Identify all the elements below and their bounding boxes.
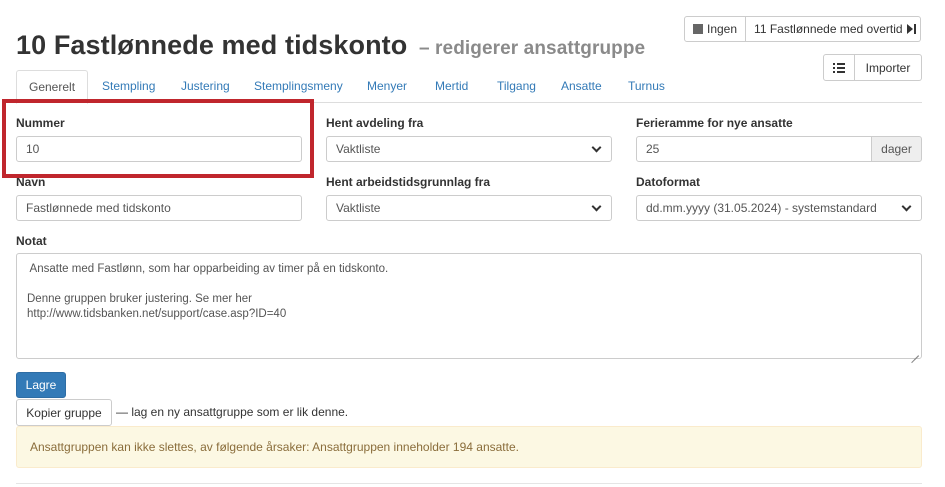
notat-textarea[interactable]: Ansatte med Fastlønn, som har opparbeidi… [16, 253, 922, 364]
previous-group-button[interactable]: Ingen [684, 16, 747, 42]
tab-stempling[interactable]: Stempling [102, 70, 155, 103]
ferieramme-input[interactable]: 25 [636, 136, 872, 162]
nummer-input[interactable]: 10 [16, 136, 302, 162]
notat-line: http://www.tidsbanken.net/support/case.a… [27, 308, 287, 320]
avdeling-select[interactable]: Vaktliste [326, 136, 612, 162]
tab-turnus[interactable]: Turnus [628, 70, 665, 103]
page-title: 10 Fastlønnede med tidskonto – redigerer… [16, 30, 645, 61]
notat-line [27, 277, 911, 292]
nummer-label: Nummer [16, 116, 65, 130]
copy-group-button[interactable]: Kopier gruppe [16, 399, 112, 426]
save-button[interactable]: Lagre [16, 372, 66, 398]
avdeling-label: Hent avdeling fra [326, 116, 424, 130]
arbeidstid-select-value: Vaktliste [336, 201, 381, 215]
tab-mertid[interactable]: Mertid [435, 70, 468, 103]
delete-warning-text: Ansattgruppen kan ikke slettes, av følge… [30, 440, 519, 454]
next-group-button[interactable]: 11 Fastlønnede med overtid [746, 16, 922, 42]
tab-tilgang[interactable]: Tilgang [497, 70, 536, 103]
tab-ansatte[interactable]: Ansatte [561, 70, 602, 103]
tab-stemplingsmeny[interactable]: Stemplingsmeny [254, 70, 343, 103]
ferieramme-label: Ferieramme for nye ansatte [636, 116, 793, 130]
tab-bar: Generelt Stempling Justering Stemplingsm… [16, 70, 922, 104]
tab-generelt[interactable]: Generelt [16, 70, 89, 104]
chevron-down-icon [591, 201, 602, 211]
chevron-down-icon [901, 201, 912, 211]
square-icon [693, 24, 703, 34]
datoformat-label: Datoformat [636, 175, 701, 189]
chevron-down-icon [591, 142, 602, 152]
page-title-text: 10 Fastlønnede med tidskonto [16, 30, 408, 60]
datoformat-select[interactable]: dd.mm.yyyy (31.05.2024) - systemstandard [636, 195, 922, 221]
copy-group-note: — lag en ny ansattgruppe som er lik denn… [116, 405, 349, 419]
tab-justering[interactable]: Justering [181, 70, 230, 103]
delete-warning-alert: Ansattgruppen kan ikke slettes, av følge… [16, 426, 922, 468]
navn-input[interactable]: Fastlønnede med tidskonto [16, 195, 302, 221]
group-navigation: Ingen 11 Fastlønnede med overtid [684, 16, 922, 42]
previous-group-label: Ingen [707, 22, 738, 36]
datoformat-select-value: dd.mm.yyyy (31.05.2024) - systemstandard [646, 201, 877, 215]
next-group-label: 11 Fastlønnede med overtid [754, 22, 903, 36]
navn-label: Navn [16, 175, 46, 189]
resize-handle-icon[interactable] [911, 348, 919, 364]
arbeidstid-select[interactable]: Vaktliste [326, 195, 612, 221]
arbeidstid-label: Hent arbeidstidsgrunnlag fra [326, 175, 491, 189]
page-subtitle: – redigerer ansattgruppe [418, 38, 646, 59]
divider [16, 483, 922, 484]
skip-forward-icon [906, 24, 916, 34]
tab-menyer[interactable]: Menyer [367, 70, 407, 103]
avdeling-select-value: Vaktliste [336, 142, 381, 156]
notat-line: Ansatte med Fastlønn, som har opparbeidi… [27, 263, 389, 275]
notat-label: Notat [16, 234, 47, 248]
notat-line: Denne gruppen bruker justering. Se mer h… [27, 293, 253, 305]
ferieramme-unit: dager [871, 136, 922, 162]
